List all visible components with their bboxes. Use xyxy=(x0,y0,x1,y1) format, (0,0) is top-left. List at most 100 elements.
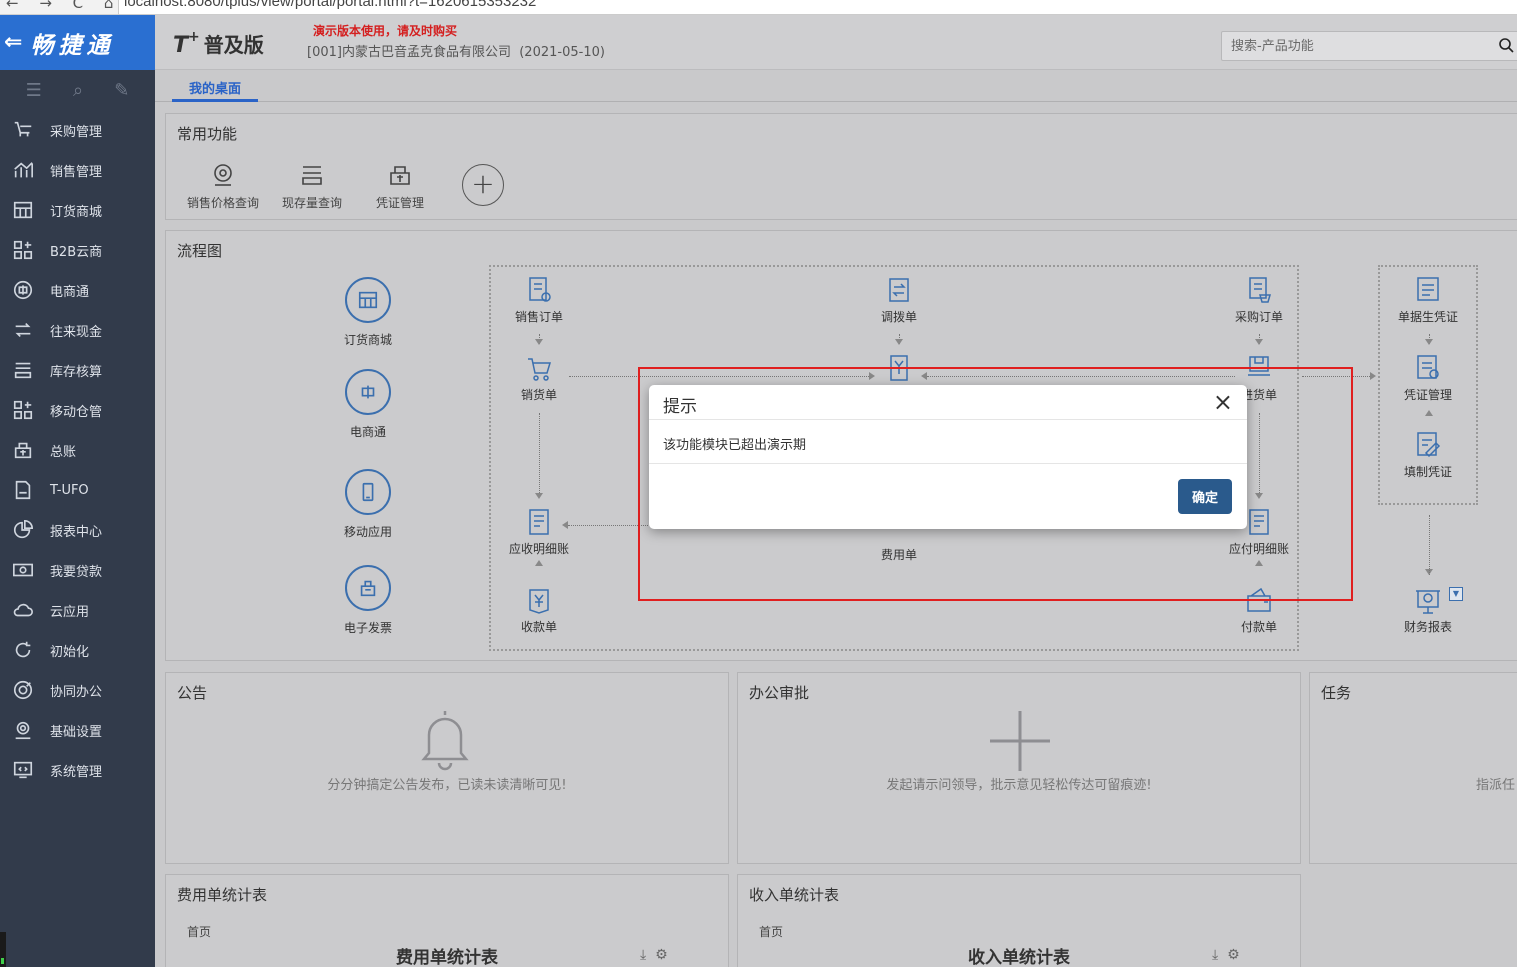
sidebar-item-b2b[interactable]: B2B云商 xyxy=(0,230,155,270)
receivable-icon xyxy=(524,507,554,537)
price-query-icon xyxy=(210,162,236,188)
sidebar-item-loan[interactable]: 我要贷款 xyxy=(0,550,155,590)
status-indicator xyxy=(1,958,4,964)
ledger-icon xyxy=(10,437,36,463)
arrow-down xyxy=(535,339,543,345)
node-ar-detail[interactable]: 应收明细账 xyxy=(499,507,579,557)
panel-title: 流程图 xyxy=(177,242,223,260)
notice-panel: 公告 分分钟搞定公告发布，已读未读清晰可见! xyxy=(165,672,729,864)
download-icon[interactable]: ⤓ xyxy=(1212,947,1218,963)
sidebar-item-cloud[interactable]: 云应用 xyxy=(0,590,155,630)
sidebar-item-purchase[interactable]: 采购管理 xyxy=(0,110,155,150)
income-breadcrumb[interactable]: 首页 xyxy=(759,923,783,940)
sidebar-item-mobile-warehouse[interactable]: 移动仓管 xyxy=(0,390,155,430)
dialog-header: 提示 × xyxy=(649,385,1247,420)
mobile-icon xyxy=(345,469,391,515)
confirm-button[interactable]: 确定 xyxy=(1178,479,1232,514)
back-arrow-icon[interactable]: ⇐ xyxy=(4,30,22,55)
alert-dialog: 提示 × 该功能模块已超出演示期 确定 xyxy=(649,385,1247,529)
sidebar-item-reports[interactable]: 报表中心 xyxy=(0,510,155,550)
demo-warning[interactable]: 演示版本使用，请及时购买 xyxy=(313,22,457,39)
store-icon xyxy=(345,277,391,323)
ecommerce-icon xyxy=(345,369,391,415)
add-function-button[interactable]: + xyxy=(462,164,504,206)
grid-icon xyxy=(10,237,36,263)
collab-icon xyxy=(10,677,36,703)
report-board-icon xyxy=(1413,585,1443,615)
sidebar-item-cash[interactable]: 往来现金 xyxy=(0,310,155,350)
sidebar-item-ledger[interactable]: 总账 xyxy=(0,430,155,470)
connector xyxy=(568,525,648,526)
arrow-down xyxy=(1255,339,1263,345)
product-logo: T+ 普及版 xyxy=(173,29,264,58)
quick-voucher-mgmt[interactable]: 凭证管理 xyxy=(355,162,445,211)
receipt-yen-icon xyxy=(524,585,554,615)
download-icon[interactable]: ⤓ xyxy=(640,947,646,963)
flow-mobile-app[interactable]: 移动应用 xyxy=(344,469,392,539)
quick-stock-query[interactable]: 现存量查询 xyxy=(267,162,357,211)
invoice-icon xyxy=(345,565,391,611)
tab-strip: 我的桌面 xyxy=(155,70,1517,102)
voucher-gen-icon xyxy=(1413,275,1443,305)
search-icon[interactable] xyxy=(1498,37,1514,53)
node-purchase-order[interactable]: 采购订单 xyxy=(1219,275,1299,325)
panel-title: 收入单统计表 xyxy=(749,886,840,904)
system-icon xyxy=(10,757,36,783)
sidebar-item-collab[interactable]: 协同办公 xyxy=(0,670,155,710)
panel-title: 公告 xyxy=(177,684,208,702)
node-transfer[interactable]: 调拨单 xyxy=(859,275,939,325)
dialog-title: 提示 xyxy=(663,397,697,417)
node-voucher-mgmt[interactable]: 凭证管理 xyxy=(1388,353,1468,403)
gear-icon[interactable]: ⚙ xyxy=(655,947,668,963)
arrow-up xyxy=(535,560,543,566)
common-functions-panel: 常用功能 销售价格查询 现存量查询 凭证管理 + xyxy=(165,113,1517,220)
cloud-icon xyxy=(10,597,36,623)
sidebar-item-basic-settings[interactable]: 基础设置 xyxy=(0,710,155,750)
mobile-warehouse-icon xyxy=(10,397,36,423)
sidebar-item-order-mall[interactable]: 订货商城 xyxy=(0,190,155,230)
flow-order-mall[interactable]: 订货商城 xyxy=(344,277,392,347)
sidebar-item-tufo[interactable]: T-UFO xyxy=(0,470,155,510)
sidebar-item-inventory[interactable]: 库存核算 xyxy=(0,350,155,390)
search-doc-icon[interactable]: ⌕ xyxy=(73,80,83,101)
sidebar-item-sales[interactable]: 销售管理 xyxy=(0,150,155,190)
quick-sales-price-query[interactable]: 销售价格查询 xyxy=(178,162,268,211)
report-dropdown-icon[interactable]: ▼ xyxy=(1449,587,1463,601)
chart-icon xyxy=(10,157,36,183)
node-sales-order[interactable]: 销售订单 xyxy=(499,275,579,325)
arrow-down xyxy=(895,339,903,345)
add-approval-icon[interactable] xyxy=(990,711,1050,771)
node-voucher-gen[interactable]: 单据生凭证 xyxy=(1388,275,1468,325)
url-text[interactable]: localhost:8080/tplus/view/portal/portal.… xyxy=(124,0,536,10)
browser-nav-icons[interactable]: ← → C ⌂ xyxy=(6,0,121,12)
node-sales-delivery[interactable]: 销货单 xyxy=(499,353,579,403)
panel-title: 费用单统计表 xyxy=(177,886,268,904)
dialog-message: 该功能模块已超出演示期 xyxy=(649,420,1247,464)
panel-title: 办公审批 xyxy=(749,684,810,702)
panel-title: 任务 xyxy=(1321,684,1352,702)
brand-bar[interactable]: ⇐ 畅捷通 xyxy=(0,15,155,70)
store-icon xyxy=(10,197,36,223)
sidebar-item-system[interactable]: 系统管理 xyxy=(0,750,155,790)
sidebar-item-ecommerce[interactable]: 电商通 xyxy=(0,270,155,310)
settings-icon xyxy=(10,717,36,743)
tab-my-desktop[interactable]: 我的桌面 xyxy=(172,78,258,102)
arrow-right xyxy=(1370,372,1376,380)
flow-e-invoice[interactable]: 电子发票 xyxy=(344,565,392,635)
expense-breadcrumb[interactable]: 首页 xyxy=(187,923,211,940)
ufo-icon xyxy=(10,477,36,503)
approval-empty-message: 发起请示问领导，批示意见轻松传达可留痕迹! xyxy=(886,778,1152,793)
stock-query-icon xyxy=(299,162,325,188)
close-icon[interactable]: × xyxy=(1213,387,1233,417)
sidebar-item-init[interactable]: 初始化 xyxy=(0,630,155,670)
search-input[interactable] xyxy=(1222,32,1482,60)
refresh-icon xyxy=(10,637,36,663)
flow-ecommerce[interactable]: 电商通 xyxy=(345,369,391,439)
node-voucher-fill[interactable]: 填制凭证 xyxy=(1388,430,1468,480)
gear-icon[interactable]: ⚙ xyxy=(1227,947,1240,963)
menu-list-icon[interactable]: ☰ xyxy=(26,80,42,101)
edit-icon[interactable]: ✎ xyxy=(114,80,129,101)
node-receipt[interactable]: 收款单 xyxy=(499,585,579,635)
ecommerce-icon xyxy=(10,277,36,303)
connector xyxy=(1429,515,1430,575)
